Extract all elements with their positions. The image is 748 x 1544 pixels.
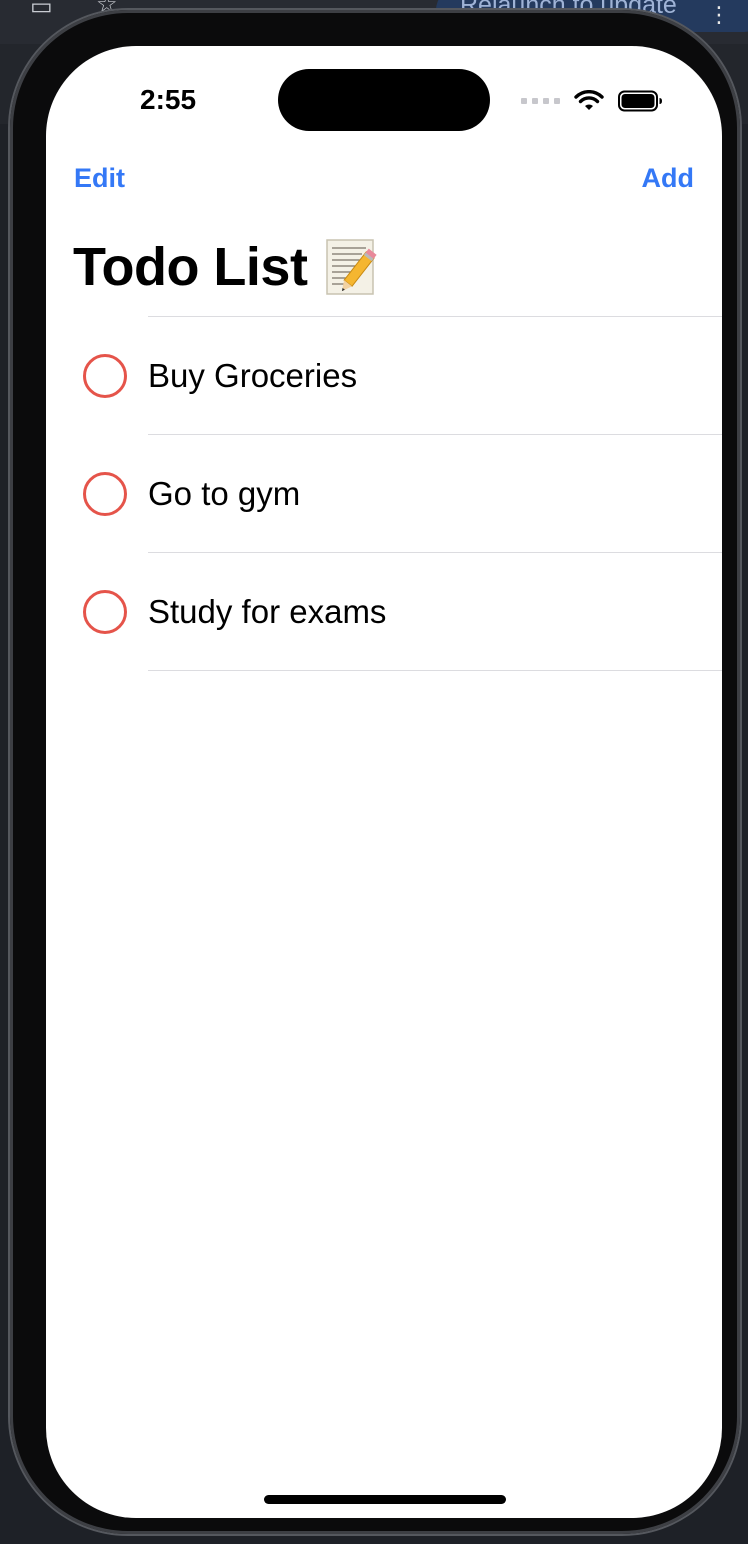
memo-icon xyxy=(326,239,378,295)
list-divider xyxy=(148,670,722,671)
todo-complete-toggle[interactable] xyxy=(83,589,127,634)
todo-complete-toggle[interactable] xyxy=(83,353,127,398)
battery-icon xyxy=(618,90,662,112)
iphone-simulator-frame: 2:55 Edit Add Todo List Buy Groceries Go… xyxy=(10,10,740,1534)
todo-complete-toggle[interactable] xyxy=(83,471,127,516)
todo-label: Study for exams xyxy=(148,592,387,630)
more-menu-icon[interactable]: ⋮ xyxy=(708,2,730,28)
todo-label: Go to gym xyxy=(148,474,301,512)
add-button[interactable]: Add xyxy=(642,163,694,194)
todo-item[interactable]: Study for exams xyxy=(46,553,722,670)
cellular-signal-icon xyxy=(521,98,560,104)
status-time: 2:55 xyxy=(140,84,197,115)
phone-screen: 2:55 Edit Add Todo List Buy Groceries Go… xyxy=(46,46,722,1518)
install-icon[interactable]: ▭ xyxy=(30,0,53,21)
home-indicator[interactable] xyxy=(264,1495,506,1504)
page-title-text: Todo List xyxy=(73,237,308,297)
edit-button[interactable]: Edit xyxy=(74,163,125,194)
todo-item[interactable]: Buy Groceries xyxy=(46,317,722,434)
todo-item[interactable]: Go to gym xyxy=(46,435,722,552)
todo-list: Buy Groceries Go to gym Study for exams xyxy=(46,316,722,671)
wifi-icon xyxy=(574,90,604,110)
page-title: Todo List xyxy=(73,236,378,298)
dynamic-island xyxy=(278,69,490,131)
todo-label: Buy Groceries xyxy=(148,356,358,394)
status-indicators xyxy=(521,86,664,116)
